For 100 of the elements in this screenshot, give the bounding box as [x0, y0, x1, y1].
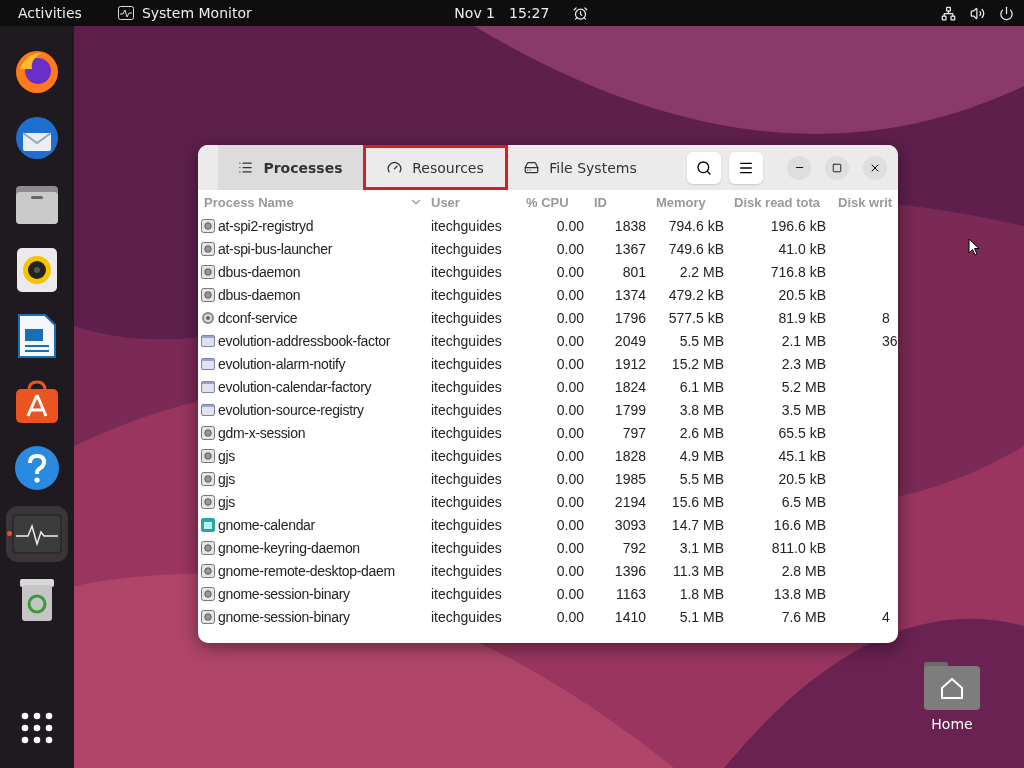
- shopping-bag-icon: [14, 380, 60, 424]
- table-cell-text: 1.8 MB: [678, 585, 725, 602]
- table-cell-text: 81.9 kB: [777, 309, 827, 326]
- clock-date[interactable]: Nov 1: [454, 5, 496, 21]
- table-cell: gnome-keyring-daemon: [198, 539, 425, 556]
- table-cell-text: itechguides: [430, 309, 503, 326]
- table-cell-text: itechguides: [430, 562, 503, 579]
- tab[interactable]: Resources: [363, 145, 508, 190]
- table-cell-text: 2.8 MB: [780, 562, 827, 579]
- tab[interactable]: File Systems: [508, 145, 653, 190]
- app-menu[interactable]: System Monitor: [141, 5, 252, 21]
- table-cell-text: 15.2 MB: [670, 355, 725, 372]
- table-cell-text: 749.6 kB: [667, 240, 725, 257]
- table-cell-text: 13.8 MB: [772, 585, 827, 602]
- table-cell-text: 0.00: [555, 355, 585, 372]
- table-cell-text: itechguides: [430, 424, 503, 441]
- table-cell: dbus-daemon: [198, 286, 425, 303]
- table-cell-text: 3093: [613, 516, 647, 533]
- dock-item[interactable]: [6, 506, 68, 562]
- home-folder-icon[interactable]: [924, 662, 980, 710]
- table-cell-text: 1796: [613, 309, 647, 326]
- table-cell-text: 0.00: [555, 562, 585, 579]
- table-cell-text: itechguides: [430, 539, 503, 556]
- table-cell-text: 2194: [613, 493, 647, 510]
- table-cell-text: itechguides: [430, 286, 503, 303]
- table-cell: evolution-calendar-factory: [198, 378, 425, 395]
- activities-button[interactable]: Activities: [18, 5, 82, 21]
- mail-icon: [13, 115, 61, 161]
- table-cell-text: 1912: [613, 355, 647, 372]
- process-icon: [201, 448, 215, 463]
- table-cell-text: itechguides: [430, 585, 503, 602]
- table-cell: gdm-x-session: [198, 424, 425, 441]
- table-cell: evolution-source-registry: [198, 401, 425, 418]
- table-cell-text: 1367: [613, 240, 647, 257]
- cursor-icon: [968, 238, 980, 256]
- process-icon: [201, 287, 215, 302]
- table-cell-text: 0.00: [555, 470, 585, 487]
- system-monitor-icon: [117, 6, 134, 20]
- table-cell-text: 2.3 MB: [780, 355, 827, 372]
- table-cell: dbus-daemon: [198, 263, 425, 280]
- table-cell-text: 2.1 MB: [780, 332, 827, 349]
- system-monitor-icon: [12, 514, 62, 554]
- table-cell-text: 0.00: [555, 217, 585, 234]
- table-cell-text: 716.8 kB: [769, 263, 827, 280]
- list-icon: [238, 160, 254, 175]
- table-cell: evolution-alarm-notify: [198, 355, 425, 372]
- search-icon: [696, 159, 712, 176]
- table-cell-text: itechguides: [430, 470, 503, 487]
- menu-button[interactable]: [729, 151, 763, 184]
- process-icon: [201, 540, 215, 555]
- table-cell-text: 3.1 MB: [678, 539, 725, 556]
- table-cell-text: 1410: [613, 608, 647, 625]
- table-cell: gjs: [198, 493, 425, 510]
- table-cell-text: 65.5 kB: [777, 424, 827, 441]
- tab[interactable]: Processes: [218, 145, 363, 190]
- clock-time[interactable]: 15:27: [509, 5, 550, 21]
- process-icon: [201, 218, 215, 233]
- table-cell: gnome-session-binary: [198, 608, 425, 625]
- table-cell-text: itechguides: [430, 447, 503, 464]
- table-cell-text: 5.5 MB: [678, 332, 725, 349]
- table-cell: at-spi2-registryd: [198, 217, 425, 234]
- table-cell-text: 0.00: [555, 309, 585, 326]
- table-cell-text: 36: [881, 332, 898, 349]
- table-cell-text: 0.00: [555, 539, 585, 556]
- maximize-button[interactable]: [825, 155, 849, 180]
- maximize-icon: [832, 162, 842, 173]
- table-cell-text: 2.6 MB: [678, 424, 725, 441]
- recycle-bin-icon: [18, 577, 56, 623]
- table-cell-text: 792: [621, 539, 647, 556]
- table-cell: gnome-remote-desktop-daem: [198, 562, 425, 579]
- process-icon: [201, 264, 215, 279]
- table-cell-text: itechguides: [430, 378, 503, 395]
- table-cell: gnome-calendar: [198, 516, 425, 533]
- table-cell-text: 1824: [613, 378, 647, 395]
- table-cell: dconf-service: [198, 309, 425, 326]
- table-cell-text: 11.3 MB: [671, 562, 725, 579]
- process-icon: [201, 241, 215, 256]
- table-cell: at-spi-bus-launcher: [198, 240, 425, 257]
- window-icon: [201, 356, 215, 371]
- table-cell-text: 16.6 MB: [772, 516, 827, 533]
- table-cell-text: 479.2 kB: [667, 286, 725, 303]
- table-cell-text: 0.00: [555, 240, 585, 257]
- table-cell-text: 0.00: [555, 263, 585, 280]
- table-cell-text: 0.00: [555, 493, 585, 510]
- firefox-icon: [14, 49, 60, 95]
- help-icon: [14, 445, 60, 491]
- table-cell-text: itechguides: [430, 493, 503, 510]
- table-cell-text: 0.00: [555, 401, 585, 418]
- app-grid-icon[interactable]: [21, 712, 53, 744]
- table-cell-text: 14.7 MB: [670, 516, 725, 533]
- table-cell-text: 3.5 MB: [780, 401, 827, 418]
- table-cell-text: 2049: [613, 332, 647, 349]
- table-cell-text: 0.00: [555, 332, 585, 349]
- process-icon: [201, 609, 215, 624]
- search-button[interactable]: [687, 151, 721, 184]
- table-cell-text: 5.1 MB: [678, 608, 725, 625]
- table-cell-text: itechguides: [430, 608, 503, 625]
- table-cell: gjs: [198, 447, 425, 464]
- table-cell-text: 8: [881, 309, 891, 326]
- table-cell-text: 1374: [613, 286, 647, 303]
